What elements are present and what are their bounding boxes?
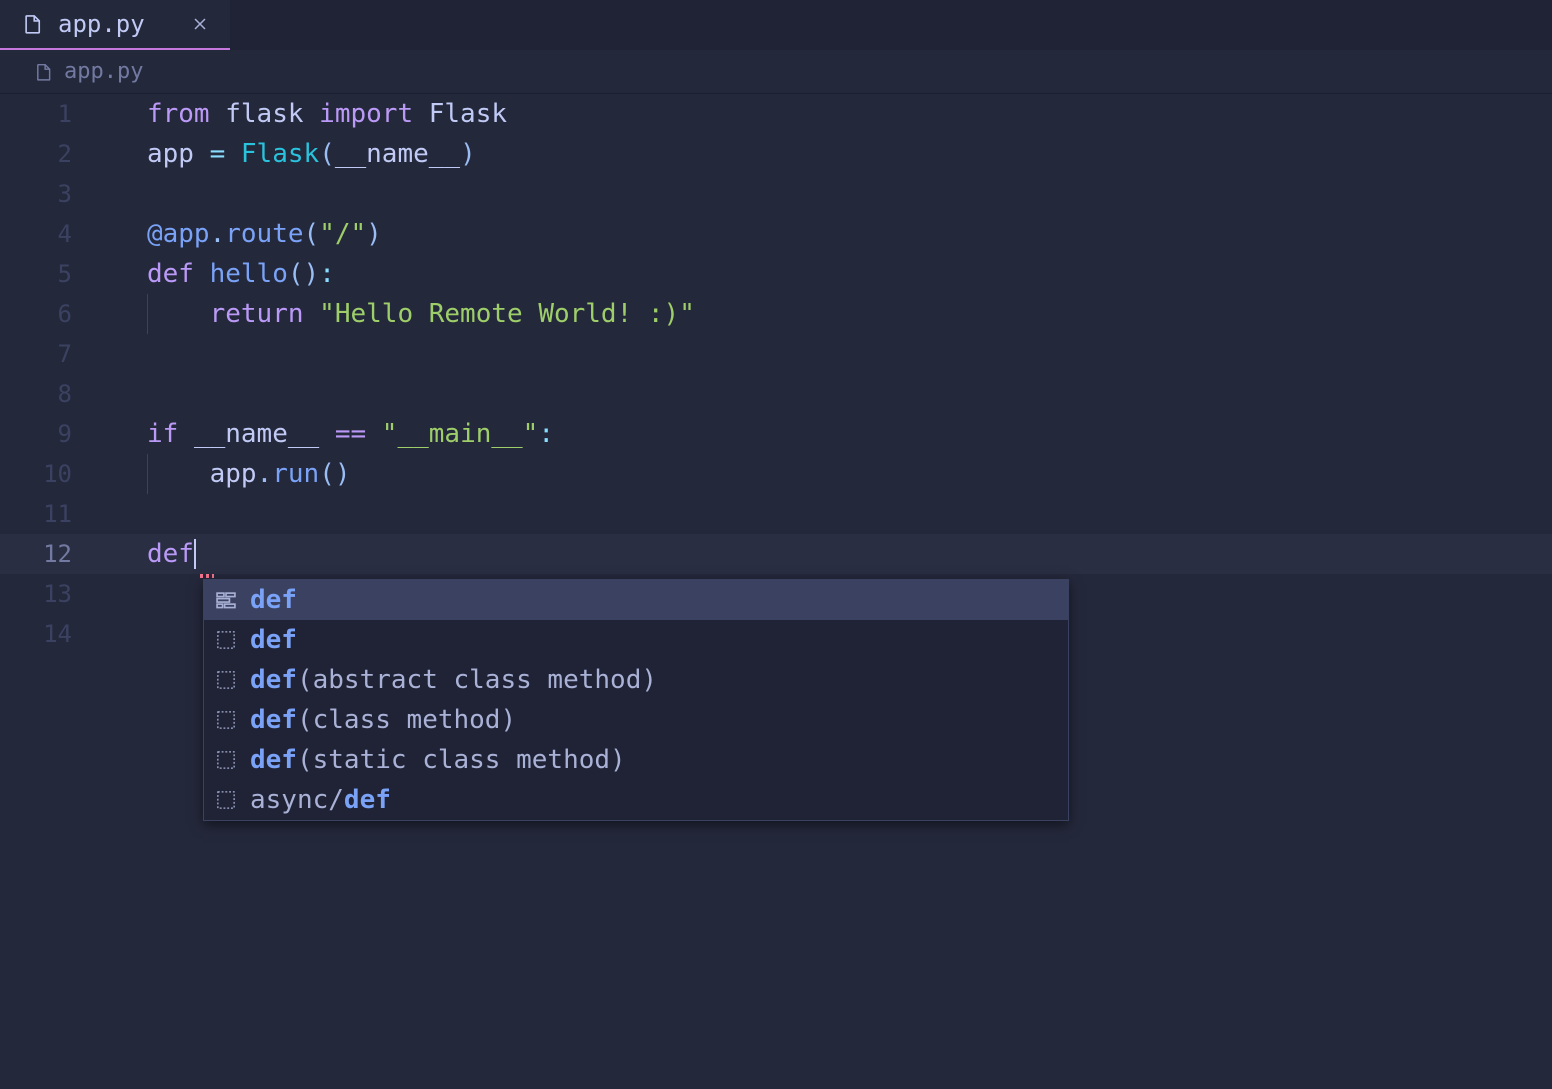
code-content	[100, 494, 147, 534]
code-line[interactable]: 1 from flask import Flask	[0, 94, 1552, 134]
code-line[interactable]: 7	[0, 334, 1552, 374]
autocomplete-item[interactable]: def(class method)	[204, 700, 1068, 740]
line-number: 14	[0, 614, 100, 654]
code-editor[interactable]: 1 from flask import Flask2 app = Flask(_…	[0, 94, 1552, 654]
code-content	[100, 174, 147, 214]
code-content: if __name__ == "__main__":	[100, 414, 554, 454]
autocomplete-label: def	[250, 620, 297, 660]
code-content: from flask import Flask	[100, 94, 507, 134]
autocomplete-item[interactable]: async/def	[204, 780, 1068, 820]
autocomplete-popup[interactable]: defdefdef(abstract class method)def(clas…	[203, 579, 1069, 821]
autocomplete-item[interactable]: def	[204, 580, 1068, 620]
autocomplete-item[interactable]: def(static class method)	[204, 740, 1068, 780]
tab-label: app.py	[58, 10, 145, 38]
line-number: 9	[0, 414, 100, 454]
tab-bar: app.py	[0, 0, 1552, 50]
code-content: return "Hello Remote World! :)"	[100, 294, 695, 334]
autocomplete-label: def(class method)	[250, 700, 516, 740]
code-line[interactable]: 8	[0, 374, 1552, 414]
keyword-icon	[214, 588, 238, 612]
code-line[interactable]: 12 def	[0, 534, 1552, 574]
snippet-icon	[214, 628, 238, 652]
autocomplete-label: def	[250, 580, 297, 620]
snippet-icon	[214, 748, 238, 772]
close-icon[interactable]	[188, 12, 212, 36]
code-content	[100, 334, 147, 374]
line-number: 13	[0, 574, 100, 614]
line-number: 12	[0, 534, 100, 574]
breadcrumb: app.py	[0, 50, 1552, 94]
breadcrumb-filename[interactable]: app.py	[64, 59, 143, 84]
file-icon	[34, 62, 54, 82]
tab-app-py[interactable]: app.py	[0, 0, 230, 50]
code-content: def hello():	[100, 254, 335, 294]
autocomplete-item[interactable]: def(abstract class method)	[204, 660, 1068, 700]
autocomplete-label: def(static class method)	[250, 740, 626, 780]
code-line[interactable]: 5 def hello():	[0, 254, 1552, 294]
code-content	[100, 374, 147, 414]
code-line[interactable]: 3	[0, 174, 1552, 214]
line-number: 1	[0, 94, 100, 134]
code-content	[100, 614, 147, 654]
error-squiggle	[200, 574, 214, 578]
code-content	[100, 574, 147, 614]
autocomplete-label: async/def	[250, 780, 391, 820]
autocomplete-item[interactable]: def	[204, 620, 1068, 660]
line-number: 7	[0, 334, 100, 374]
autocomplete-label: def(abstract class method)	[250, 660, 657, 700]
code-line[interactable]: 2 app = Flask(__name__)	[0, 134, 1552, 174]
code-content: app = Flask(__name__)	[100, 134, 476, 174]
code-line[interactable]: 10 app.run()	[0, 454, 1552, 494]
line-number: 10	[0, 454, 100, 494]
code-line[interactable]: 9 if __name__ == "__main__":	[0, 414, 1552, 454]
code-line[interactable]: 11	[0, 494, 1552, 534]
code-content: @app.route("/")	[100, 214, 382, 254]
snippet-icon	[214, 708, 238, 732]
code-content: def	[100, 534, 196, 574]
line-number: 6	[0, 294, 100, 334]
code-line[interactable]: 6 return "Hello Remote World! :)"	[0, 294, 1552, 334]
code-content: app.run()	[100, 454, 351, 494]
file-icon	[22, 13, 44, 35]
line-number: 8	[0, 374, 100, 414]
line-number: 11	[0, 494, 100, 534]
text-cursor	[194, 539, 196, 569]
snippet-icon	[214, 788, 238, 812]
line-number: 3	[0, 174, 100, 214]
line-number: 5	[0, 254, 100, 294]
snippet-icon	[214, 668, 238, 692]
code-line[interactable]: 4 @app.route("/")	[0, 214, 1552, 254]
line-number: 4	[0, 214, 100, 254]
line-number: 2	[0, 134, 100, 174]
